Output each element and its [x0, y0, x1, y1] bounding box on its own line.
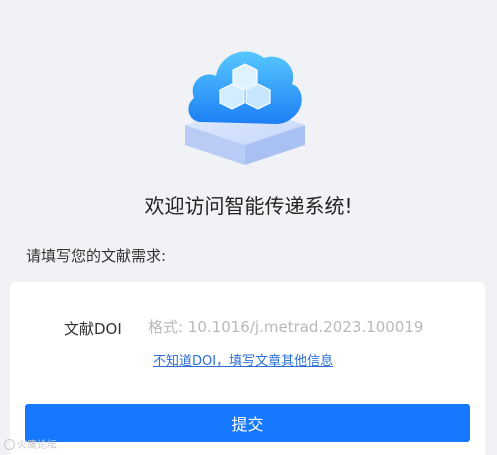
page: 欢迎访问智能传递系统! 请填写您的文献需求: 文献DOI 不知道DOI，填写文章… — [0, 0, 497, 455]
doi-input[interactable] — [148, 312, 468, 342]
doi-form-card: 文献DOI 不知道DOI，填写文章其他信息 提交 — [10, 282, 485, 455]
submit-button[interactable]: 提交 — [25, 404, 470, 442]
welcome-title: 欢迎访问智能传递系统! — [144, 194, 353, 218]
watermark: 火鹰论坛 — [4, 436, 57, 451]
watermark-logo-icon — [4, 439, 15, 450]
no-doi-link[interactable]: 不知道DOI，填写文章其他信息 — [153, 350, 333, 369]
request-prompt: 请填写您的文献需求: — [26, 247, 167, 265]
cloud-cubes-icon — [185, 51, 305, 165]
watermark-text: 火鹰论坛 — [17, 440, 57, 451]
doi-label: 文献DOI — [64, 320, 122, 338]
